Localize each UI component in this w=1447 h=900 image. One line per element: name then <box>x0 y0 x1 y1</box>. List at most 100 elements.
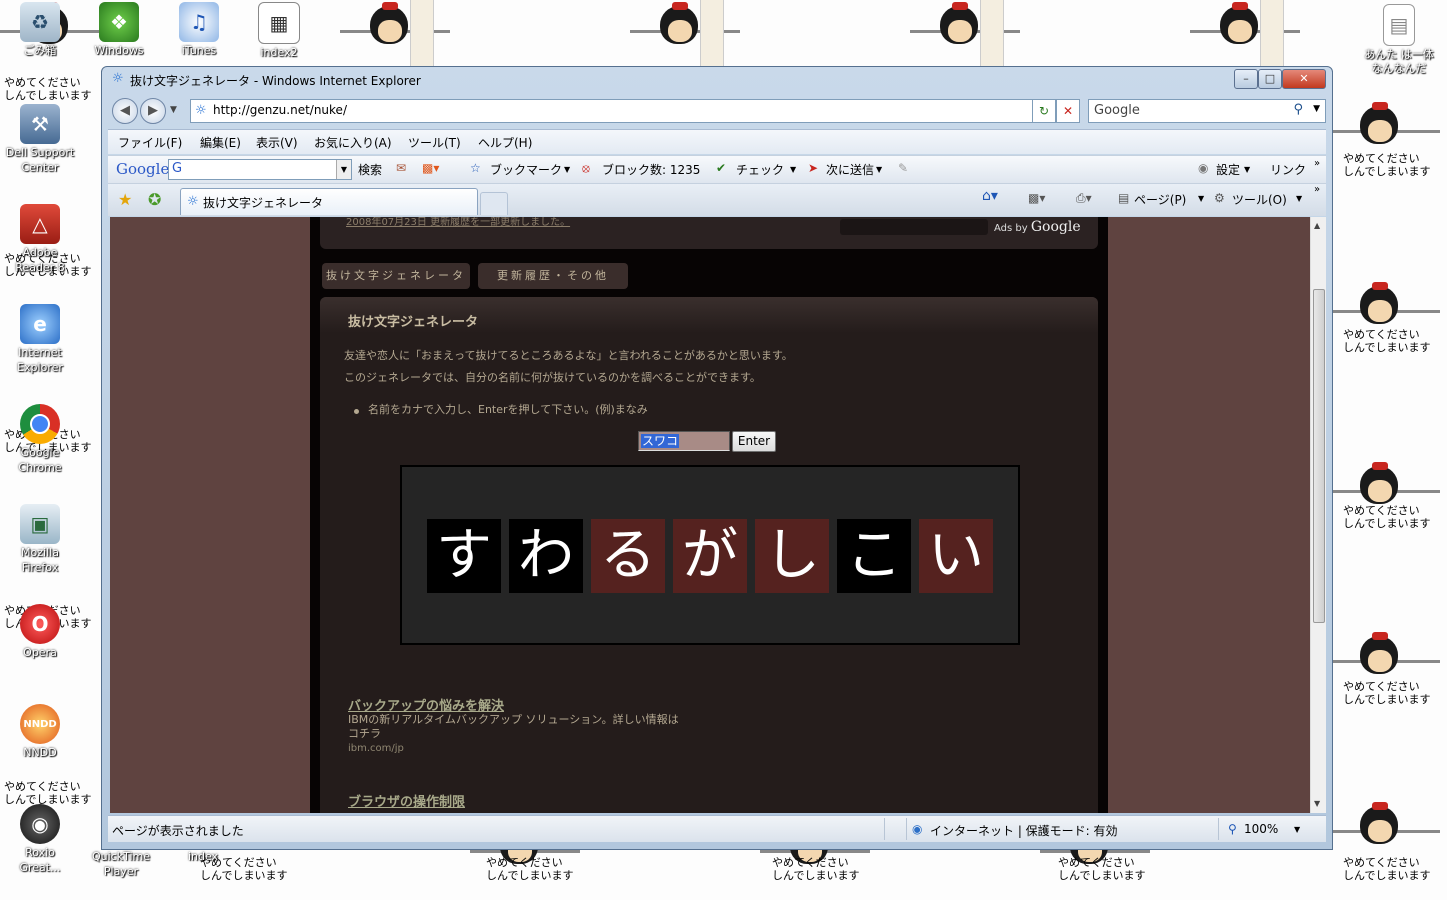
print-icon[interactable]: ⎙▾ <box>1076 191 1092 206</box>
wallpaper-text: やめてください しんでしまいます <box>1343 680 1431 706</box>
internet-explorer-icon[interactable]: e Internet Explorer <box>0 304 83 376</box>
tools-dropdown-icon[interactable]: ▼ <box>1296 194 1302 203</box>
scroll-down-icon[interactable]: ▼ <box>1314 799 1320 808</box>
nav-tab-generator[interactable]: 抜け文字ジェネレータ <box>322 263 470 289</box>
google-search-button[interactable]: 検索 <box>358 161 382 178</box>
nav-tab-history[interactable]: 更新履歴・その他 <box>478 263 628 289</box>
menu-help[interactable]: ヘルプ(H) <box>478 134 532 151</box>
google-search-input[interactable]: G ▼ <box>168 159 352 180</box>
toolbar-overflow-icon[interactable]: » <box>1314 158 1320 169</box>
search-icon[interactable]: ⚲ <box>1293 102 1303 117</box>
page-menu-button[interactable]: ページ(P) <box>1134 191 1186 208</box>
ad-url[interactable]: ibm.com/jp <box>348 743 404 754</box>
google-chrome-icon[interactable]: Google Chrome <box>0 404 83 476</box>
address-bar[interactable]: ☼ http://genzu.net/nuke/ ▼ <box>190 99 1064 123</box>
forward-button[interactable]: ▶ <box>140 98 166 124</box>
settings-radio-icon: ◉ <box>1198 161 1209 175</box>
browser-window: ☼ 抜け文字ジェネレータ - Windows Internet Explorer… <box>101 66 1333 850</box>
opera-logo-icon: O <box>20 604 60 644</box>
page-viewport[interactable]: 2008年07月23日 更新履歴を一部更新しました。 Ads by Google… <box>110 217 1310 813</box>
status-divider <box>1218 818 1219 840</box>
pencil-icon[interactable]: ✎ <box>898 161 908 175</box>
menu-view[interactable]: 表示(V) <box>256 134 298 151</box>
scroll-thumb[interactable] <box>1313 289 1325 623</box>
result-char-missing: る <box>591 519 665 593</box>
name-input-value: スワコ <box>641 434 680 448</box>
send-to-button[interactable]: 次に送信 <box>826 161 874 178</box>
menu-file[interactable]: ファイル(F) <box>118 134 182 151</box>
page-dropdown-icon[interactable]: ▼ <box>1198 194 1204 203</box>
recent-pages-dropdown-icon[interactable]: ▼ <box>170 105 177 115</box>
scroll-up-icon[interactable]: ▲ <box>1314 221 1320 230</box>
settings-dropdown-icon[interactable]: ▼ <box>1244 165 1250 174</box>
recycle-bin-icon[interactable]: ♻ ごみ箱 <box>0 2 83 59</box>
home-icon[interactable]: ⌂▾ <box>982 188 998 204</box>
itunes-icon[interactable]: ♫ iTunes <box>156 2 242 59</box>
back-button[interactable]: ◀ <box>112 98 138 124</box>
header-box: 2008年07月23日 更新履歴を一部更新しました。 Ads by Google <box>320 217 1098 249</box>
globe-icon: ◉ <box>912 822 923 836</box>
refresh-button[interactable]: ↻ <box>1032 99 1056 123</box>
send-dropdown-icon[interactable]: ▼ <box>876 165 882 174</box>
adobe-reader-icon[interactable]: △ Adobe Reader 8 <box>0 204 83 276</box>
ad-link-backup[interactable]: バックアップの悩みを解決 <box>348 695 504 714</box>
news-icon[interactable]: ✉ <box>396 161 406 175</box>
vertical-scrollbar[interactable]: ▲ ▼ <box>1310 217 1326 813</box>
result-char-missing: い <box>919 519 993 593</box>
tools-menu-button[interactable]: ツール(O) <box>1232 191 1287 208</box>
text-file-icon[interactable]: ▤ あんた は一体 なんなんだ <box>1356 4 1442 77</box>
bookmark-button[interactable]: ブックマーク <box>490 161 562 178</box>
wallpaper-text: やめてください しんでしまいます <box>1343 856 1431 882</box>
zoom-level[interactable]: 100% <box>1244 822 1278 836</box>
title-bar[interactable]: ☼ 抜け文字ジェネレータ - Windows Internet Explorer… <box>102 67 1332 93</box>
zoom-dropdown-icon[interactable]: ▼ <box>1294 825 1300 834</box>
nndd-icon[interactable]: NNDD NNDD <box>0 704 83 761</box>
minimize-button[interactable]: – <box>1234 69 1258 89</box>
enter-button[interactable]: Enter <box>732 431 776 452</box>
roxio-icon[interactable]: ◉ Roxio Great... <box>0 804 83 876</box>
feeds-icon[interactable]: ▩▾ <box>1028 191 1045 205</box>
ads-by-google[interactable]: Ads by Google <box>994 219 1081 235</box>
popup-block-count[interactable]: ブロック数: 1235 <box>602 161 700 178</box>
menu-edit[interactable]: 編集(E) <box>200 134 241 151</box>
ad-link-browser-restriction[interactable]: ブラウザの操作制限 <box>348 791 465 810</box>
dell-support-icon[interactable]: ⚒ Dell Support Center <box>0 104 83 176</box>
update-link[interactable]: 2008年07月23日 更新履歴を一部更新しました。 <box>346 217 570 228</box>
windows-logo-icon: ❖ <box>99 2 139 42</box>
settings-button[interactable]: 設定 <box>1216 161 1240 178</box>
add-favorite-icon[interactable]: ✪ <box>148 190 161 209</box>
index2-file-icon[interactable]: ▦ index2 <box>236 2 322 61</box>
opera-icon[interactable]: O Opera <box>0 604 83 661</box>
windows-icon[interactable]: ❖ Windows <box>76 2 162 59</box>
command-overflow-icon[interactable]: » <box>1314 184 1320 195</box>
menu-tools[interactable]: ツール(T) <box>408 134 461 151</box>
popup-icon[interactable]: ▩▾ <box>422 161 439 175</box>
result-char-missing: し <box>755 519 829 593</box>
name-input[interactable]: スワコ <box>638 431 730 451</box>
tools-gear-icon: ⚙ <box>1214 191 1225 205</box>
wallpaper-text: やめてください しんでしまいます <box>1343 152 1431 178</box>
google-search-dropdown-icon[interactable]: ▼ <box>336 160 351 179</box>
tab-nuke-generator[interactable]: ☼ 抜け文字ジェネレータ <box>180 188 478 215</box>
check-button[interactable]: チェック <box>736 161 784 178</box>
search-dropdown-icon[interactable]: ▼ <box>1313 104 1320 114</box>
security-zone-text[interactable]: インターネット | 保護モード: 有効 <box>930 822 1118 839</box>
site-search-box[interactable] <box>840 219 988 235</box>
favorites-star-icon[interactable]: ★ <box>118 190 132 209</box>
search-box[interactable]: Google ⚲ ▼ <box>1088 99 1326 123</box>
links-button[interactable]: リンク <box>1270 161 1306 178</box>
bookmark-star-icon: ☆ <box>470 161 481 175</box>
mozilla-firefox-icon[interactable]: ▣ Mozilla Firefox <box>0 504 83 576</box>
close-button[interactable]: ✕ <box>1282 69 1326 89</box>
stop-button[interactable]: ✕ <box>1056 99 1080 123</box>
bookmark-dropdown-icon[interactable]: ▼ <box>564 165 570 174</box>
wallpaper-text: やめてください しんでしまいます <box>4 76 92 102</box>
check-dropdown-icon[interactable]: ▼ <box>790 165 796 174</box>
spellcheck-icon: ✔ <box>716 161 727 175</box>
new-tab-button[interactable] <box>480 192 508 215</box>
disc-icon: ◉ <box>20 804 60 844</box>
page-favicon-icon: ☼ <box>195 103 207 118</box>
menu-favorites[interactable]: お気に入り(A) <box>314 134 392 151</box>
maximize-button[interactable]: □ <box>1258 69 1282 89</box>
ie-icon: ☼ <box>112 71 124 86</box>
